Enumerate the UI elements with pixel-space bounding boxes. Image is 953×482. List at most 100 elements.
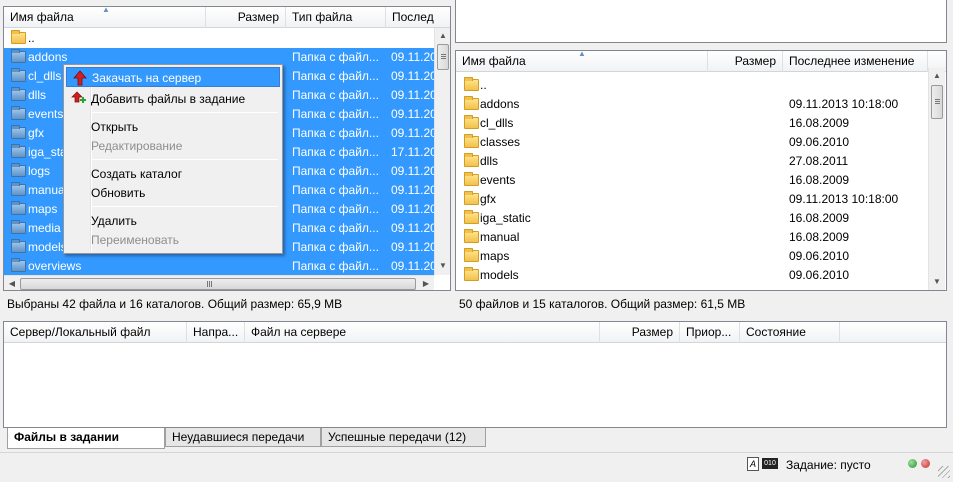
folder-icon <box>464 191 479 205</box>
scroll-left-icon[interactable]: ◀ <box>4 276 20 290</box>
queue-col-size[interactable]: Размер <box>600 322 680 343</box>
file-type: Папка с файл... <box>292 69 379 83</box>
upload-arrow-icon <box>72 70 88 86</box>
sort-ascending-icon: ▲ <box>578 51 586 58</box>
tab-successful-transfers[interactable]: Успешные передачи (12) <box>321 428 486 447</box>
folder-icon <box>464 77 479 91</box>
local-horizontal-scrollbar[interactable]: ◀ ▶ <box>4 275 434 290</box>
remote-file-row[interactable]: addons 09.11.2013 10:18:00 <box>456 95 926 114</box>
folder-icon <box>464 248 479 262</box>
remote-file-row[interactable]: events 16.08.2009 <box>456 171 926 190</box>
menu-delete[interactable]: Удалить <box>66 211 280 231</box>
binary-mode-icon[interactable]: 010 <box>762 458 778 469</box>
queue-col-state[interactable]: Состояние <box>740 322 840 343</box>
remote-file-row[interactable]: iga_static 16.08.2009 <box>456 209 926 228</box>
folder-icon <box>11 87 26 101</box>
remote-file-row[interactable]: gfx 09.11.2013 10:18:00 <box>456 190 926 209</box>
local-vertical-scrollbar[interactable]: ▲ ▼ <box>434 28 450 275</box>
menu-item-label: Закачать на сервер <box>92 71 202 85</box>
folder-icon <box>464 172 479 186</box>
file-name: .. <box>28 31 35 45</box>
remote-col-size[interactable]: Размер <box>708 51 783 72</box>
local-col-modified[interactable]: Послед <box>386 7 436 28</box>
remote-file-list[interactable]: ▲ Имя файла Размер Последнее изменение .… <box>455 50 947 291</box>
remote-file-row[interactable]: dlls 27.08.2011 <box>456 152 926 171</box>
file-type: Папка с файл... <box>292 202 379 216</box>
remote-file-row[interactable]: models 09.06.2010 <box>456 266 926 285</box>
file-name: maps <box>480 249 510 263</box>
file-type: Папка с файл... <box>292 126 379 140</box>
file-date: 09.06.2010 <box>789 135 850 149</box>
scroll-thumb[interactable] <box>437 44 449 70</box>
folder-icon <box>11 201 26 215</box>
folder-icon <box>11 106 26 120</box>
folder-icon <box>11 125 26 139</box>
local-status-text: Выбраны 42 файла и 16 каталогов. Общий р… <box>7 297 343 311</box>
file-date: 09.11.20 <box>391 88 434 102</box>
folder-icon <box>464 96 479 110</box>
local-file-row[interactable]: .. <box>4 29 434 48</box>
menu-open[interactable]: Открыть <box>66 117 280 137</box>
tab-queued-files[interactable]: Файлы в задании <box>7 428 165 449</box>
file-name: events <box>480 173 516 187</box>
file-date: 16.08.2009 <box>789 211 850 225</box>
tab-failed-transfers[interactable]: Неудавшиеся передачи <box>165 428 321 447</box>
remote-file-row[interactable]: classes 09.06.2010 <box>456 133 926 152</box>
scroll-right-icon[interactable]: ▶ <box>418 276 434 290</box>
folder-icon <box>11 68 26 82</box>
scroll-down-icon[interactable]: ▼ <box>929 274 945 290</box>
remote-col-modified[interactable]: Последнее изменение <box>783 51 928 72</box>
menu-refresh[interactable]: Обновить <box>66 183 280 203</box>
horizontal-scroll-thumb[interactable] <box>20 278 416 290</box>
queue-status-text: Задание: пусто <box>786 458 871 472</box>
local-file-row[interactable]: overviews Папка с файл... 09.11.20 <box>4 257 434 276</box>
queue-col-direction[interactable]: Напра... <box>187 322 245 343</box>
scroll-up-icon[interactable]: ▲ <box>929 68 945 84</box>
file-type <box>292 29 387 48</box>
queue-col-server-local[interactable]: Сервер/Локальный файл <box>4 322 187 343</box>
menu-upload[interactable]: Закачать на сервер <box>66 67 280 87</box>
folder-icon <box>11 239 26 253</box>
file-name: classes <box>480 135 521 149</box>
file-date: 09.11.20 <box>391 240 434 254</box>
remote-col-name[interactable]: ▲ Имя файла <box>456 51 708 72</box>
remote-file-row[interactable]: maps 09.06.2010 <box>456 247 926 266</box>
file-date: 09.11.20 <box>391 183 434 197</box>
file-date: 09.11.2013 10:18:00 <box>789 192 899 206</box>
menu-create-directory[interactable]: Создать каталог <box>66 164 280 184</box>
red-led-icon <box>921 459 930 468</box>
local-col-name[interactable]: ▲ Имя файла <box>4 7 206 28</box>
folder-icon <box>11 144 26 158</box>
file-date: 09.11.20 <box>391 50 434 64</box>
file-date: 09.11.20 <box>391 202 434 216</box>
queue-col-remote-file[interactable]: Файл на сервере <box>245 322 600 343</box>
local-col-size[interactable]: Размер <box>206 7 286 28</box>
remote-file-row[interactable]: cl_dlls 16.08.2009 <box>456 114 926 133</box>
queue-col-priority[interactable]: Приор... <box>680 322 740 343</box>
remote-file-row[interactable]: manual 16.08.2009 <box>456 228 926 247</box>
menu-separator <box>92 159 278 160</box>
scroll-thumb[interactable] <box>931 85 943 119</box>
scroll-up-icon[interactable]: ▲ <box>435 28 450 44</box>
remote-directory-tree[interactable] <box>455 0 947 43</box>
folder-icon <box>11 163 26 177</box>
ascii-mode-icon[interactable]: A <box>747 457 759 471</box>
context-menu: Закачать на сервер Добавить файлы в задан… <box>63 64 283 254</box>
folder-icon <box>464 115 479 129</box>
remote-vertical-scrollbar[interactable]: ▲ ▼ <box>928 68 945 290</box>
file-date: 16.08.2009 <box>789 116 850 130</box>
resize-grip-icon[interactable] <box>938 466 950 478</box>
file-date: 17.11.20 <box>391 145 434 159</box>
file-date: 16.08.2009 <box>789 230 850 244</box>
menu-add-to-queue[interactable]: Добавить файлы в задание <box>66 89 280 109</box>
transfer-queue[interactable]: Сервер/Локальный файл Напра... Файл на с… <box>3 321 947 428</box>
file-date: 09.11.20 <box>391 164 434 178</box>
menu-item-label: Редактирование <box>91 139 183 153</box>
scroll-down-icon[interactable]: ▼ <box>435 258 450 274</box>
file-date: 09.11.20 <box>391 259 434 273</box>
folder-icon <box>11 220 26 234</box>
remote-file-row[interactable]: .. <box>456 76 926 95</box>
local-list-header: ▲ Имя файла Размер Тип файла Послед <box>4 7 450 28</box>
local-col-type[interactable]: Тип файла <box>286 7 386 28</box>
file-type: Папка с файл... <box>292 164 379 178</box>
